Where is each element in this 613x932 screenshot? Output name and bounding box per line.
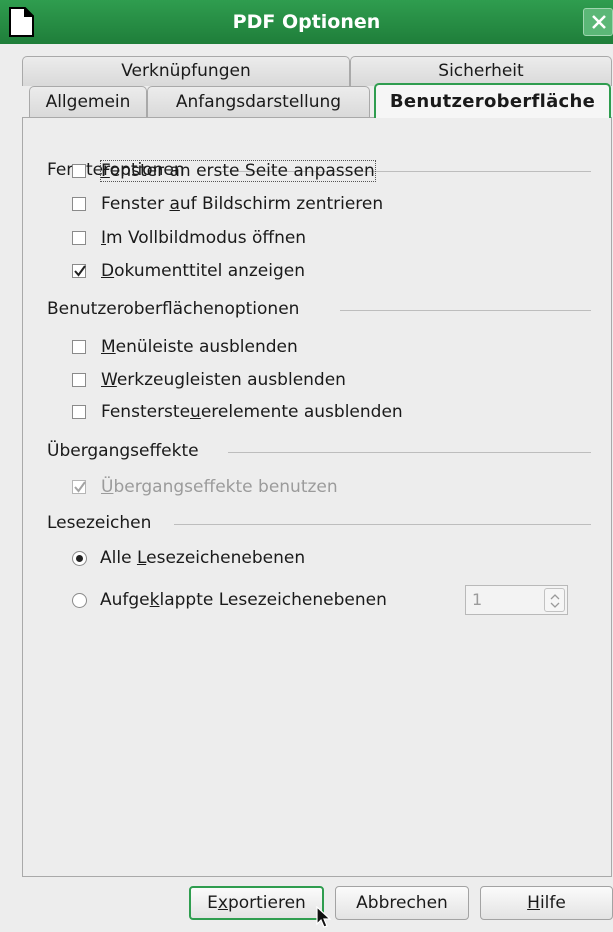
checkbox-box[interactable] <box>72 405 86 419</box>
center-window-checkbox[interactable]: Fenster auf Bildschirm zentrieren <box>72 194 383 214</box>
option-label: Aufgeklappte Lesezeichenebenen <box>100 590 387 610</box>
title-bar: PDF Optionen <box>0 0 613 44</box>
all-bookmark-levels-radio[interactable]: Alle Lesezeichenebenen <box>72 548 305 568</box>
radio-button[interactable] <box>72 592 87 608</box>
help-button[interactable]: Hilfe <box>480 886 613 920</box>
divider <box>228 452 591 453</box>
option-label: Fenster an erste Seite anpassen <box>100 160 376 182</box>
option-label: Menüleiste ausblenden <box>101 337 298 357</box>
option-label: Fenstersteuerelemente ausblenden <box>101 402 403 422</box>
fullscreen-checkbox[interactable]: Im Vollbildmodus öffnen <box>72 228 306 248</box>
tab-label: Benutzeroberfläche <box>389 91 596 112</box>
tab-security[interactable]: Sicherheit <box>350 56 612 86</box>
hide-window-controls-checkbox[interactable]: Fenstersteuerelemente ausblenden <box>72 402 403 422</box>
group-title-ui-options: Benutzeroberflächenoptionen <box>47 299 300 319</box>
divider <box>340 310 591 311</box>
checkbox-box[interactable] <box>72 480 86 494</box>
tab-label: Allgemein <box>45 92 131 112</box>
tab-links[interactable]: Verknüpfungen <box>22 56 350 86</box>
use-transitions-checkbox[interactable]: Übergangseffekte benutzen <box>72 477 338 497</box>
option-label: Dokumenttitel anzeigen <box>101 261 306 281</box>
checkbox-box[interactable] <box>72 197 86 211</box>
tab-general[interactable]: Allgemein <box>29 86 147 118</box>
mouse-pointer-icon <box>316 906 332 928</box>
close-button[interactable] <box>583 8 613 36</box>
spinbox-value: 1 <box>472 590 483 609</box>
checkbox-box[interactable] <box>72 164 86 178</box>
tab-user-interface[interactable]: Benutzeroberfläche <box>374 83 611 118</box>
checkbox-box[interactable] <box>72 231 86 245</box>
checkmark-icon <box>74 265 86 277</box>
show-doc-title-checkbox[interactable]: Dokumenttitel anzeigen <box>72 261 305 281</box>
option-label: Im Vollbildmodus öffnen <box>101 228 307 248</box>
close-icon <box>592 15 606 29</box>
option-label: Werkzeugleisten ausblenden <box>101 370 346 390</box>
fit-window-checkbox[interactable]: Fenster an erste Seite anpassen <box>72 160 376 182</box>
divider <box>174 524 591 525</box>
checkbox-box[interactable] <box>72 264 86 278</box>
group-title-transitions: Übergangseffekte <box>47 441 199 461</box>
option-label: Fenster auf Bildschirm zentrieren <box>101 194 384 214</box>
checkbox-box[interactable] <box>72 373 86 387</box>
tab-label: Anfangsdarstellung <box>175 92 342 112</box>
radio-button[interactable] <box>72 550 87 566</box>
hide-menubar-checkbox[interactable]: Menüleiste ausblenden <box>72 337 298 357</box>
window-title: PDF Optionen <box>232 11 381 33</box>
option-label: Alle Lesezeichenebenen <box>100 548 306 568</box>
visible-bookmark-levels-radio[interactable]: Aufgeklappte Lesezeichenebenen <box>72 590 387 610</box>
option-label: Übergangseffekte benutzen <box>101 477 338 497</box>
checkbox-box[interactable] <box>72 340 86 354</box>
group-title-bookmarks: Lesezeichen <box>47 513 152 533</box>
export-button[interactable]: Exportieren <box>189 886 324 920</box>
spin-buttons[interactable] <box>544 588 565 612</box>
checkmark-icon <box>74 481 86 493</box>
tab-label: Verknüpfungen <box>121 61 251 81</box>
hide-toolbars-checkbox[interactable]: Werkzeugleisten ausblenden <box>72 370 346 390</box>
tab-label: Sicherheit <box>438 61 524 81</box>
cancel-button[interactable]: Abbrechen <box>335 886 469 920</box>
tab-initial-view[interactable]: Anfangsdarstellung <box>147 86 370 118</box>
spin-arrows-icon <box>550 594 560 608</box>
bookmark-levels-spinbox[interactable]: 1 <box>465 585 568 615</box>
